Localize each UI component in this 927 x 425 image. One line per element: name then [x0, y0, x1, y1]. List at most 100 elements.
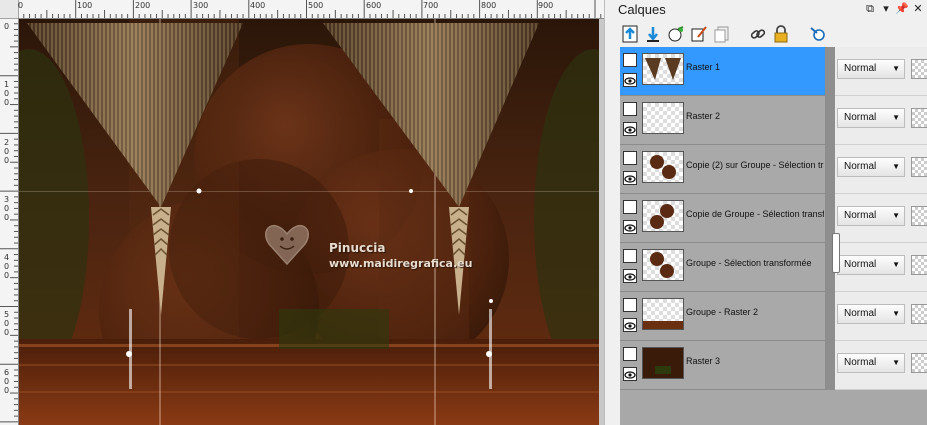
layer-type-icon [623, 53, 637, 67]
ruler-left-ticks [0, 18, 18, 423]
visibility-eye-icon[interactable] [623, 220, 637, 234]
image-workspace: 0 100 200 300 400 500 600 700 800 900 0 … [0, 0, 604, 425]
blend-mode-select[interactable]: Normal ▼ [837, 304, 905, 324]
visibility-eye-icon[interactable] [623, 367, 637, 381]
blend-mode-value: Normal [844, 112, 877, 123]
close-icon[interactable]: ✕ [911, 2, 925, 16]
layer-thumbnail [642, 347, 684, 379]
layer-name: Copie (2) sur Groupe - Sélection transfo… [686, 160, 824, 170]
blend-mode-select[interactable]: Normal ▼ [837, 206, 905, 226]
properties-collapse-handle[interactable] [832, 233, 840, 273]
layer-properties: Normal ▼ [835, 145, 927, 194]
dropdown-arrow-icon: ▼ [892, 260, 900, 269]
link-icon[interactable] [748, 24, 768, 44]
ruler-top-ticks [18, 0, 602, 18]
layer-thumbnail [642, 53, 684, 85]
layer-row[interactable]: Raster 1 Normal ▼ [620, 47, 927, 96]
layer-type-icon [623, 249, 637, 263]
blend-mode-select[interactable]: Normal ▼ [837, 255, 905, 275]
pin-icon[interactable]: 📌 [895, 2, 909, 16]
layer-properties-icon[interactable] [807, 24, 827, 44]
new-group-icon[interactable] [712, 24, 732, 44]
layers-list: Raster 1 Normal ▼ Raster 2 Normal ▼ Copi… [620, 47, 927, 425]
layer-thumbnail [642, 102, 684, 134]
layer-name: Raster 1 [686, 62, 721, 72]
image-canvas[interactable]: Pinuccia www.maidiregrafica.eu [19, 19, 599, 425]
layer-row[interactable]: Copie de Groupe - Sélection transformée … [620, 194, 927, 243]
layer-properties: Normal ▼ [835, 341, 927, 390]
layer-thumbnail [642, 298, 684, 330]
layers-toolbar [620, 24, 827, 44]
layer-type-icon [623, 102, 637, 116]
blend-mode-select[interactable]: Normal ▼ [837, 157, 905, 177]
dropdown-arrow-icon: ▼ [892, 162, 900, 171]
new-raster-layer-icon[interactable] [620, 24, 640, 44]
visibility-eye-icon[interactable] [623, 73, 637, 87]
layer-main[interactable]: Raster 2 [620, 96, 825, 145]
layer-main[interactable]: Copie (2) sur Groupe - Sélection transfo… [620, 145, 825, 194]
blend-mode-select[interactable]: Normal ▼ [837, 59, 905, 79]
blend-mode-value: Normal [844, 259, 877, 270]
dropdown-arrow-icon: ▼ [892, 64, 900, 73]
layer-row[interactable]: Raster 2 Normal ▼ [620, 96, 927, 145]
layer-type-icon [623, 200, 637, 214]
blend-mode-value: Normal [844, 161, 877, 172]
layer-properties: Normal ▼ [835, 292, 927, 341]
menu-chevron-icon[interactable]: ▾ [879, 2, 893, 16]
horizontal-ruler: 0 100 200 300 400 500 600 700 800 900 [18, 0, 604, 19]
opacity-swatch[interactable] [911, 206, 927, 226]
blend-mode-value: Normal [844, 63, 877, 74]
blend-mode-select[interactable]: Normal ▼ [837, 353, 905, 373]
layer-properties: Normal ▼ [835, 243, 927, 292]
watermark: Pinuccia www.maidiregrafica.eu [281, 219, 481, 289]
blend-mode-value: Normal [844, 308, 877, 319]
ruler-corner [0, 0, 19, 19]
visibility-eye-icon[interactable] [623, 122, 637, 136]
layer-row[interactable]: Copie (2) sur Groupe - Sélection transfo… [620, 145, 927, 194]
opacity-swatch[interactable] [911, 304, 927, 324]
layer-thumbnail [642, 249, 684, 281]
opacity-swatch[interactable] [911, 59, 927, 79]
opacity-swatch[interactable] [911, 108, 927, 128]
layer-properties: Normal ▼ [835, 47, 927, 96]
palette-title: Calques [618, 2, 666, 17]
layer-properties: Normal ▼ [835, 96, 927, 145]
dropdown-arrow-icon: ▼ [892, 358, 900, 367]
layer-row[interactable]: Raster 3 Normal ▼ [620, 341, 927, 390]
layer-main[interactable]: Copie de Groupe - Sélection transformée [620, 194, 825, 243]
opacity-swatch[interactable] [911, 157, 927, 177]
layers-palette: Calques ⧉ ▾ 📌 ✕ Raster 1 Normal ▼ Raster… [612, 0, 927, 425]
visibility-eye-icon[interactable] [623, 318, 637, 332]
watermark-url: www.maidiregrafica.eu [329, 257, 473, 270]
layer-row[interactable]: Groupe - Sélection transformée Normal ▼ [620, 243, 927, 292]
new-mask-layer-icon[interactable] [666, 24, 686, 44]
new-adjustment-layer-icon[interactable] [689, 24, 709, 44]
palette-window-controls: ⧉ ▾ 📌 ✕ [863, 2, 925, 16]
layer-properties: Normal ▼ [835, 194, 927, 243]
layer-main[interactable]: Raster 1 [620, 47, 825, 96]
layer-type-icon [623, 298, 637, 312]
layer-name: Raster 2 [686, 111, 721, 121]
vertical-ruler: 0 100 200 300 400 500 600 [0, 18, 19, 425]
opacity-swatch[interactable] [911, 255, 927, 275]
blend-mode-value: Normal [844, 210, 877, 221]
dropdown-arrow-icon: ▼ [892, 211, 900, 220]
layer-main[interactable]: Groupe - Raster 2 [620, 292, 825, 341]
layer-name: Groupe - Sélection transformée [686, 258, 812, 268]
dropdown-arrow-icon: ▼ [892, 113, 900, 122]
visibility-eye-icon[interactable] [623, 171, 637, 185]
layer-type-icon [623, 151, 637, 165]
blend-mode-value: Normal [844, 357, 877, 368]
opacity-swatch[interactable] [911, 353, 927, 373]
blend-mode-select[interactable]: Normal ▼ [837, 108, 905, 128]
float-icon[interactable]: ⧉ [863, 2, 877, 16]
new-vector-layer-icon[interactable] [643, 24, 663, 44]
dropdown-arrow-icon: ▼ [892, 309, 900, 318]
lock-icon[interactable] [771, 24, 791, 44]
visibility-eye-icon[interactable] [623, 269, 637, 283]
watermark-name: Pinuccia [329, 241, 386, 255]
layer-main[interactable]: Raster 3 [620, 341, 825, 390]
layer-row[interactable]: Groupe - Raster 2 Normal ▼ [620, 292, 927, 341]
layer-main[interactable]: Groupe - Sélection transformée [620, 243, 825, 292]
layer-name: Groupe - Raster 2 [686, 307, 759, 317]
